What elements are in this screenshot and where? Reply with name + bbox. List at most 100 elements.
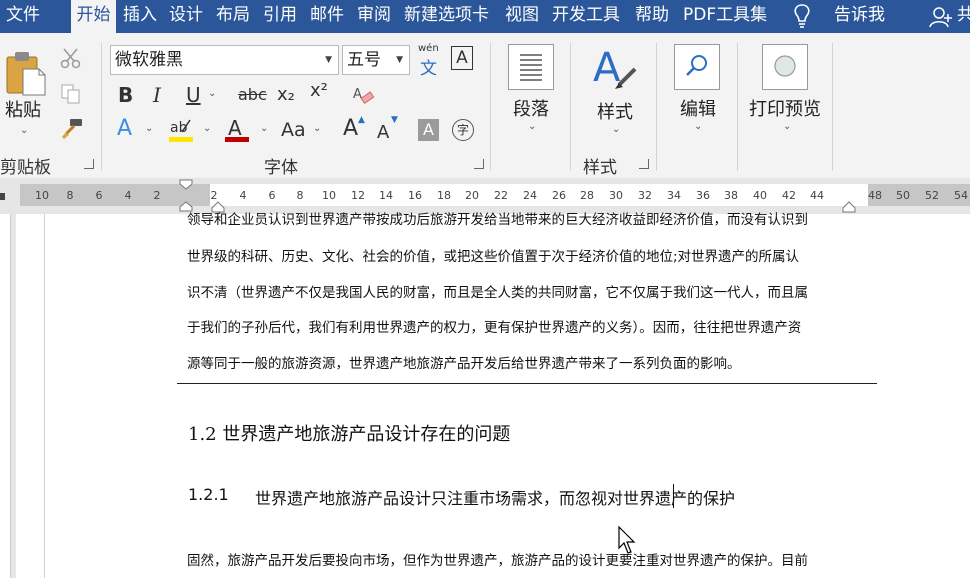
tab-home[interactable]: 开始 xyxy=(71,0,116,33)
styles-dialog-launcher[interactable] xyxy=(639,159,649,169)
text-effects-dropdown-chevron[interactable]: ⌄ xyxy=(145,123,153,134)
group-divider xyxy=(737,43,738,171)
paragraph-label[interactable]: 段落 xyxy=(513,95,549,121)
shrink-font-button[interactable]: A xyxy=(377,121,389,145)
tab-view[interactable]: 视图 xyxy=(505,0,539,33)
clipboard-dialog-launcher[interactable] xyxy=(84,159,94,169)
enclose-characters-button[interactable]: 字 xyxy=(452,119,474,141)
paste-dropdown-chevron[interactable]: ⌄ xyxy=(20,125,28,136)
print-preview-button[interactable] xyxy=(762,44,808,90)
font-group-label: 字体 xyxy=(264,158,298,178)
body-line[interactable]: 源等同于一般的旅游资源，世界遗产地旅游产品开发后给世界遗产带来了一系列负面的影响… xyxy=(187,352,741,372)
font-name-combo[interactable]: 微软雅黑 ▼ xyxy=(110,45,339,75)
chevron-down-icon[interactable]: ▼ xyxy=(396,46,403,74)
print-preview-icon xyxy=(774,55,796,77)
cut-icon[interactable] xyxy=(60,47,82,69)
styles-icon[interactable]: A xyxy=(591,43,639,91)
phonetic-guide-char: 文 xyxy=(420,59,437,79)
group-divider xyxy=(570,43,571,171)
change-case-button[interactable]: Aa xyxy=(281,118,306,142)
font-color-icon[interactable]: A xyxy=(224,116,252,144)
document-canvas[interactable] xyxy=(0,214,970,578)
tab-developer[interactable]: 开发工具 xyxy=(552,0,620,33)
font-size-combo[interactable]: 五号 ▼ xyxy=(342,45,410,75)
clear-formatting-icon[interactable]: A xyxy=(353,85,375,107)
change-case-dropdown-chevron[interactable]: ⌄ xyxy=(313,123,321,134)
tab-new[interactable]: 新建选项卡 xyxy=(404,0,489,33)
styles-group-label: 样式 xyxy=(583,158,617,178)
font-color-dropdown-chevron[interactable]: ⌄ xyxy=(260,123,268,134)
tab-review[interactable]: 审阅 xyxy=(357,0,391,33)
heading-level-3-number[interactable]: 1.2.1 xyxy=(188,485,229,504)
ribbon: 粘贴 ⌄ 剪贴板 微软雅黑 ▼ 五号 ▼ wén 文 A B I U ⌄ abc… xyxy=(0,33,970,179)
tab-pdf-tools[interactable]: PDF工具集 xyxy=(683,0,767,33)
paragraph-button[interactable] xyxy=(508,44,554,90)
search-icon xyxy=(686,55,707,76)
page-edge xyxy=(44,214,45,578)
menu-bar: 文件 开始 插入 设计 布局 引用 邮件 审阅 新建选项卡 视图 开发工具 帮助… xyxy=(0,0,970,33)
subscript-button[interactable]: x₂ xyxy=(277,83,295,107)
svg-text:A: A xyxy=(593,45,621,91)
highlight-icon[interactable]: ab xyxy=(168,116,196,144)
lightbulb-icon[interactable] xyxy=(793,3,811,29)
format-painter-icon[interactable] xyxy=(60,117,84,139)
body-line[interactable]: 识不清（世界遗产不仅是我国人民的财富，而且是全人类的共同财富，它不仅属于我们这一… xyxy=(187,281,808,301)
paste-label[interactable]: 粘贴 xyxy=(5,96,41,122)
font-size-value: 五号 xyxy=(347,50,381,70)
grow-arrow-icon: ▲ xyxy=(358,115,365,125)
copy-icon[interactable] xyxy=(60,83,82,105)
body-line[interactable]: 世界级的科研、历史、文化、社会的价值，或把这些价值置于次于经济价值的地位;对世界… xyxy=(187,245,799,265)
grow-font-button[interactable]: A xyxy=(343,117,358,141)
font-dialog-launcher[interactable] xyxy=(474,159,484,169)
superscript-button[interactable]: x² xyxy=(310,79,328,103)
print-preview-dropdown-chevron[interactable]: ⌄ xyxy=(783,121,791,132)
clipboard-group-label: 剪贴板 xyxy=(0,158,51,178)
tab-mailings[interactable]: 邮件 xyxy=(310,0,344,33)
paragraph-dropdown-chevron[interactable]: ⌄ xyxy=(528,121,536,132)
editing-button[interactable] xyxy=(674,44,720,90)
tab-file[interactable]: 文件 xyxy=(6,0,46,33)
tab-design[interactable]: 设计 xyxy=(169,0,203,33)
chevron-down-icon[interactable]: ▼ xyxy=(325,46,332,74)
font-name-value: 微软雅黑 xyxy=(115,50,183,70)
body-line[interactable]: 于我们的子孙后代，我们有利用世界遗产的权力，更有保护世界遗产的义务）。因而，往往… xyxy=(187,316,801,336)
mouse-pointer-icon xyxy=(618,526,636,554)
text-cursor xyxy=(673,484,674,508)
tab-help[interactable]: 帮助 xyxy=(635,0,669,33)
body-line[interactable]: 固然，旅游产品开发后要投向市场，但作为世界遗产，旅游产品的设计更要注重对世界遗产… xyxy=(187,549,808,569)
vertical-ruler[interactable] xyxy=(0,214,16,578)
bold-button[interactable]: B xyxy=(118,83,133,107)
styles-label[interactable]: 样式 xyxy=(597,98,633,124)
svg-text:A: A xyxy=(228,116,242,140)
character-shading-button[interactable]: A xyxy=(418,119,439,141)
svg-text:A: A xyxy=(353,87,362,102)
paragraph-lines-icon xyxy=(520,54,542,81)
body-line[interactable]: 领导和企业员认识到世界遗产带按成功后旅游开发给当地带来的巨大经济收益即经济价值，… xyxy=(187,208,808,228)
editing-dropdown-chevron[interactable]: ⌄ xyxy=(694,121,702,132)
tab-layout[interactable]: 布局 xyxy=(216,0,250,33)
underline-dropdown-chevron[interactable]: ⌄ xyxy=(208,88,216,99)
heading-level-3[interactable]: 世界遗产地旅游产品设计只注重市场需求，而忽视对世界遗产的保护 xyxy=(255,485,735,509)
styles-dropdown-chevron[interactable]: ⌄ xyxy=(612,124,620,135)
phonetic-guide-button[interactable]: wén 文 xyxy=(418,43,444,79)
group-divider xyxy=(832,43,833,171)
print-preview-label[interactable]: 打印预览 xyxy=(749,95,821,121)
section-divider-line xyxy=(177,383,877,384)
group-divider xyxy=(490,43,491,171)
heading-level-2[interactable]: 1.2 世界遗产地旅游产品设计存在的问题 xyxy=(188,420,510,446)
tell-me-box[interactable]: 告诉我 xyxy=(834,0,885,33)
group-divider xyxy=(656,43,657,171)
tab-insert[interactable]: 插入 xyxy=(123,0,157,33)
underline-button[interactable]: U xyxy=(186,83,201,107)
highlight-dropdown-chevron[interactable]: ⌄ xyxy=(203,123,211,134)
group-divider xyxy=(101,43,102,171)
paste-icon[interactable] xyxy=(5,47,47,97)
text-effects-button[interactable]: A xyxy=(117,117,132,141)
character-border-button[interactable]: A xyxy=(451,46,473,70)
italic-button[interactable]: I xyxy=(153,83,161,107)
strikethrough-button[interactable]: abc xyxy=(238,83,267,107)
share-user-icon[interactable] xyxy=(929,6,953,28)
editing-label[interactable]: 编辑 xyxy=(680,95,716,121)
tab-references[interactable]: 引用 xyxy=(263,0,297,33)
share-label[interactable]: 共 xyxy=(957,0,970,33)
